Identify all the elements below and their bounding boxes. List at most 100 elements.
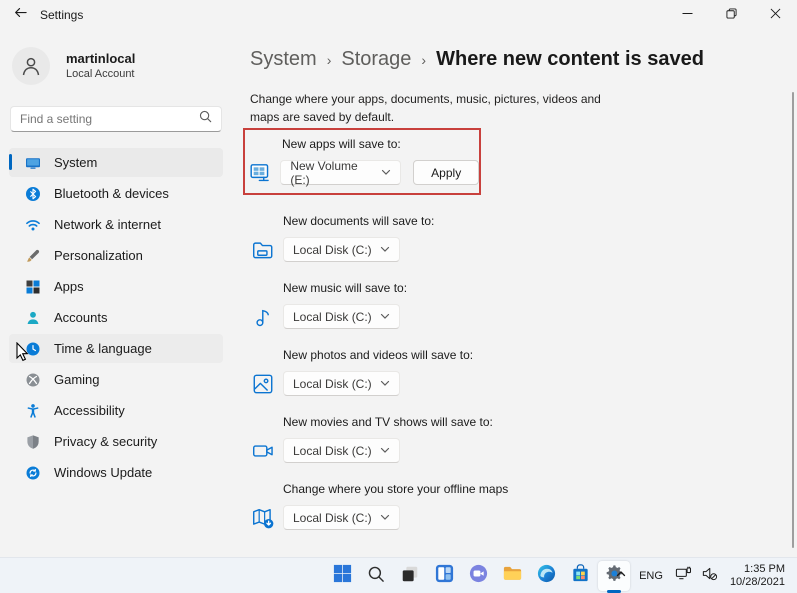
sidebar-item-windows-update[interactable]: Windows Update xyxy=(9,458,223,487)
restore-button[interactable] xyxy=(709,0,753,30)
sidebar-item-apps[interactable]: Apps xyxy=(9,272,223,301)
network-volume-button[interactable] xyxy=(669,561,724,591)
network-icon xyxy=(25,217,41,233)
sidebar-item-label: Apps xyxy=(54,279,84,294)
person-avatar-icon xyxy=(12,47,50,85)
windows-update-icon xyxy=(25,465,41,481)
accounts-icon xyxy=(25,310,41,326)
page-description: Change where your apps, documents, music… xyxy=(250,91,625,126)
sidebar-item-label: Gaming xyxy=(54,372,100,387)
section-new-music: New music will save to: Local Disk (C:) xyxy=(250,281,773,329)
language-indicator[interactable]: ENG xyxy=(633,561,669,591)
widgets-icon xyxy=(434,563,455,589)
widgets-button[interactable] xyxy=(428,561,460,591)
bluetooth-icon xyxy=(25,186,41,202)
taskbar-search-button[interactable] xyxy=(360,561,392,591)
new-photos-drive-dropdown[interactable]: Local Disk (C:) xyxy=(283,371,400,396)
sidebar-item-gaming[interactable]: Gaming xyxy=(9,365,223,394)
dropdown-value: Local Disk (C:) xyxy=(293,243,372,257)
dropdown-value: Local Disk (C:) xyxy=(293,444,372,458)
vertical-scrollbar[interactable] xyxy=(792,92,794,548)
minimize-icon xyxy=(682,6,693,24)
apply-button[interactable]: Apply xyxy=(413,160,479,185)
user-name: martinlocal xyxy=(66,51,135,67)
section-offline-maps: Change where you store your offline maps… xyxy=(250,482,773,530)
window-title: Settings xyxy=(40,8,83,22)
section-label: New music will save to: xyxy=(283,281,773,296)
task-view-icon xyxy=(400,564,420,589)
breadcrumb-separator: › xyxy=(421,46,426,74)
personalization-icon xyxy=(25,248,41,264)
settings-search-box xyxy=(10,106,222,132)
breadcrumb: System › Storage › Where new content is … xyxy=(250,45,773,74)
taskbar-search-icon xyxy=(366,564,386,589)
search-input[interactable] xyxy=(20,112,199,126)
edge-icon xyxy=(536,563,557,589)
sidebar-item-accounts[interactable]: Accounts xyxy=(9,303,223,332)
close-button[interactable] xyxy=(753,0,797,30)
section-new-apps: New apps will save to: New Volume (E:) A… xyxy=(249,137,479,185)
taskbar-icon-group xyxy=(326,561,630,591)
user-account-card[interactable]: martinlocal Local Account xyxy=(12,44,220,88)
store-button[interactable] xyxy=(564,561,596,591)
file-explorer-icon xyxy=(502,563,523,589)
tray-chevron-button[interactable] xyxy=(609,561,633,591)
edge-button[interactable] xyxy=(530,561,562,591)
section-new-movies-tv: New movies and TV shows will save to: Lo… xyxy=(250,415,773,463)
section-new-photos-videos: New photos and videos will save to: Loca… xyxy=(250,348,773,396)
offline-maps-drive-dropdown[interactable]: Local Disk (C:) xyxy=(283,505,400,530)
sidebar-item-system[interactable]: System xyxy=(9,148,223,177)
dropdown-value: Local Disk (C:) xyxy=(293,377,372,391)
minimize-button[interactable] xyxy=(665,0,709,30)
sidebar: martinlocal Local Account System Bluetoo… xyxy=(0,30,232,557)
sidebar-item-label: Windows Update xyxy=(54,465,152,480)
store-icon xyxy=(570,563,591,589)
clock[interactable]: 1:35 PM 10/28/2021 xyxy=(724,563,793,589)
new-apps-drive-dropdown[interactable]: New Volume (E:) xyxy=(280,160,401,185)
red-highlight-annotation: New apps will save to: New Volume (E:) A… xyxy=(243,128,481,195)
chevron-up-icon xyxy=(615,567,627,585)
tray-time: 1:35 PM xyxy=(730,563,785,576)
new-movies-drive-dropdown[interactable]: Local Disk (C:) xyxy=(283,438,400,463)
sidebar-item-label: Time & language xyxy=(54,341,152,356)
user-info: martinlocal Local Account xyxy=(66,51,135,82)
system-icon xyxy=(25,155,41,171)
tray-date: 10/28/2021 xyxy=(730,576,785,589)
sidebar-item-accessibility[interactable]: Accessibility xyxy=(9,396,223,425)
sidebar-item-label: Accounts xyxy=(54,310,107,325)
new-music-drive-dropdown[interactable]: Local Disk (C:) xyxy=(283,304,400,329)
sidebar-item-time-language[interactable]: Time & language xyxy=(9,334,223,363)
apps-icon xyxy=(25,279,41,295)
task-view-button[interactable] xyxy=(394,561,426,591)
start-button[interactable] xyxy=(326,561,358,591)
breadcrumb-system[interactable]: System xyxy=(250,45,317,73)
chat-button[interactable] xyxy=(462,561,494,591)
section-label: New apps will save to: xyxy=(282,137,479,152)
chevron-down-icon xyxy=(380,444,390,458)
sidebar-item-privacy-security[interactable]: Privacy & security xyxy=(9,427,223,456)
new-documents-drive-dropdown[interactable]: Local Disk (C:) xyxy=(283,237,400,262)
back-arrow-icon xyxy=(13,5,28,25)
chevron-down-icon xyxy=(381,166,391,180)
sidebar-item-personalization[interactable]: Personalization xyxy=(9,241,223,270)
start-icon xyxy=(332,563,353,589)
restore-icon xyxy=(726,6,737,24)
section-new-documents: New documents will save to: Local Disk (… xyxy=(250,214,773,262)
back-button[interactable] xyxy=(0,0,40,30)
photos-icon xyxy=(250,372,276,396)
file-explorer-button[interactable] xyxy=(496,561,528,591)
settings-window: Settings martinlocal Local Account xyxy=(0,0,797,593)
section-label: New photos and videos will save to: xyxy=(283,348,773,363)
section-label: New documents will save to: xyxy=(283,214,773,229)
breadcrumb-storage[interactable]: Storage xyxy=(341,45,411,73)
sidebar-item-network-internet[interactable]: Network & internet xyxy=(9,210,223,239)
sidebar-item-label: Privacy & security xyxy=(54,434,157,449)
chevron-down-icon xyxy=(380,243,390,257)
page-title: Where new content is saved xyxy=(436,45,704,73)
section-label: New movies and TV shows will save to: xyxy=(283,415,773,430)
main-content: System › Storage › Where new content is … xyxy=(232,30,797,557)
system-tray: ENG 1:35 PM 10/28/2021 xyxy=(609,558,793,593)
sidebar-item-bluetooth-devices[interactable]: Bluetooth & devices xyxy=(9,179,223,208)
dropdown-value: Local Disk (C:) xyxy=(293,310,372,324)
network-tray-icon xyxy=(675,565,692,587)
